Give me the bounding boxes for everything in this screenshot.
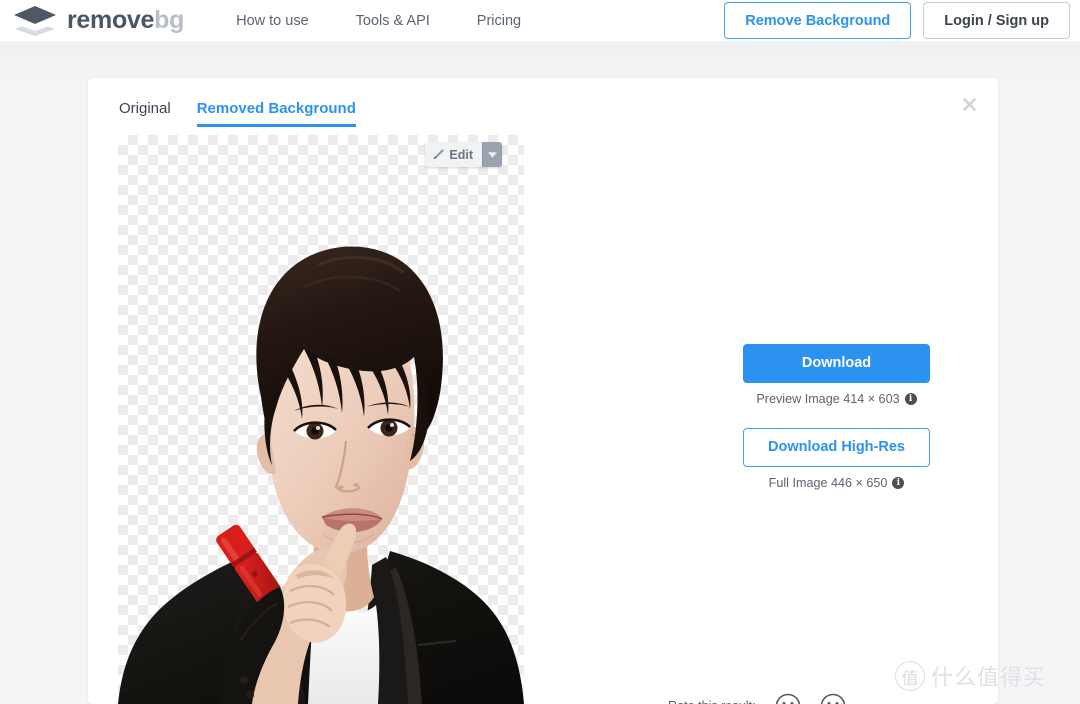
download-button[interactable]: Download (743, 344, 930, 383)
chevron-down-icon (488, 151, 497, 158)
nav-item-tools-api[interactable]: Tools & API (356, 13, 430, 29)
layers-stack-icon (14, 5, 56, 36)
result-tabs: Original Removed Background (119, 100, 356, 127)
preview-image-size: Preview Image 414 × 603 i (743, 392, 930, 406)
preview-image-size-label: Preview Image 414 × 603 (756, 392, 900, 406)
header-actions: Remove Background Login / Sign up (724, 2, 1070, 39)
download-block: Download Preview Image 414 × 603 i Downl… (743, 344, 930, 490)
download-high-res-button[interactable]: Download High-Res (743, 428, 930, 467)
edit-dropdown-toggle[interactable] (482, 142, 502, 167)
smiley-happy-icon[interactable] (775, 693, 801, 704)
full-image-size: Full Image 446 × 650 i (743, 476, 930, 490)
rate-result-label: Rate this result: (668, 699, 756, 704)
nav-item-pricing[interactable]: Pricing (477, 13, 521, 29)
logo-text-bg: bg (154, 6, 185, 34)
tab-removed-background[interactable]: Removed Background (196, 100, 356, 127)
login-signup-button[interactable]: Login / Sign up (923, 2, 1070, 39)
edit-button-group: Edit (425, 142, 502, 167)
result-card: Original Removed Background Edit Downloa… (88, 78, 998, 704)
logo[interactable]: removebg (12, 4, 184, 38)
rate-result-row: Rate this result: (668, 693, 846, 704)
logo-text-remove: remove (67, 6, 155, 34)
main-nav: How to use Tools & API Pricing (236, 13, 521, 29)
full-image-size-label: Full Image 446 × 650 (768, 476, 888, 490)
brush-icon (433, 149, 445, 159)
smiley-sad-icon[interactable] (820, 693, 846, 704)
full-info-icon[interactable]: i (892, 477, 905, 489)
preview-info-icon[interactable]: i (904, 393, 917, 405)
logo-text: removebg (67, 8, 184, 33)
remove-background-button[interactable]: Remove Background (724, 2, 912, 39)
download-panel: Download Preview Image 414 × 603 i Downl… (648, 78, 998, 704)
removed-background-portrait (118, 246, 524, 704)
edit-button[interactable]: Edit (425, 142, 482, 167)
nav-item-how-to-use[interactable]: How to use (236, 13, 309, 29)
image-canvas[interactable]: Edit (118, 135, 524, 704)
tab-original[interactable]: Original (119, 100, 171, 127)
site-header: removebg How to use Tools & API Pricing … (0, 0, 1080, 41)
edit-button-label: Edit (449, 147, 473, 162)
